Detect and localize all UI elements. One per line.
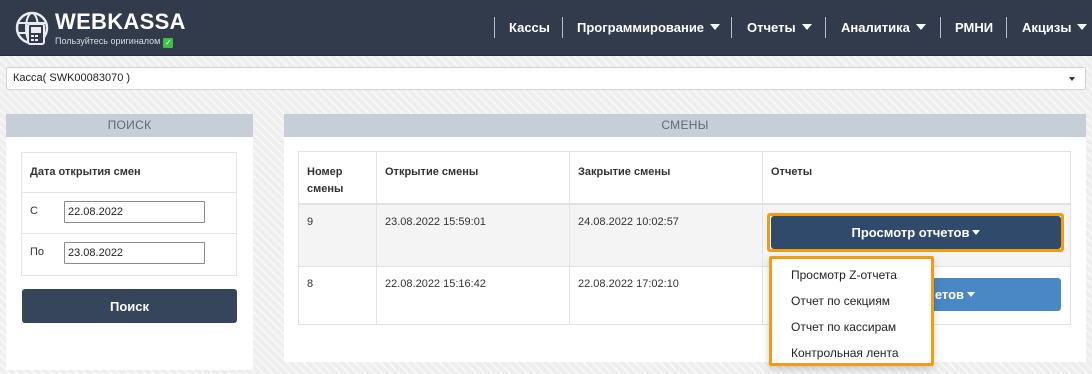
- shift-closed: 22.08.2022 17:02:10: [578, 278, 679, 290]
- webkassa-globe-icon: [15, 11, 49, 45]
- brand-logo[interactable]: WEBKASSA Пользуйтесь оригиналом ✓: [14, 9, 214, 49]
- view-reports-button[interactable]: Просмотр отчетов: [771, 216, 1061, 249]
- menu-item-z-report[interactable]: Просмотр Z-отчета: [791, 268, 897, 282]
- shift-opened: 22.08.2022 15:16:42: [385, 278, 486, 290]
- brand-subtitle: Пользуйтесь оригиналом ✓: [55, 36, 174, 48]
- kassa-select-value: Касса( SWK00083070 ): [13, 72, 131, 84]
- nav-item-reports[interactable]: Отчеты: [747, 18, 812, 38]
- shift-opened: 23.08.2022 15:59:01: [385, 216, 486, 228]
- caret-down-icon: [972, 230, 981, 235]
- kassa-select[interactable]: Касса( SWK00083070 ): [6, 67, 1086, 90]
- shift-opened-cell: 23.08.2022 15:59:01: [377, 205, 570, 266]
- shift-closed-cell: 22.08.2022 17:02:10: [570, 267, 763, 324]
- table-header-row: Номер смены Открытие смены Закрытие смен…: [299, 152, 1070, 205]
- caret-down-icon: [915, 24, 926, 30]
- nav-item-kassy[interactable]: Кассы: [509, 18, 550, 38]
- search-panel: ПОИСК Дата открытия смен С По Поиск: [6, 114, 253, 370]
- nav-item-label: Аналитика: [841, 20, 910, 35]
- date-to-row: По: [22, 234, 236, 275]
- nav-item-rmni[interactable]: РМНИ: [955, 18, 993, 38]
- menu-item-section-report[interactable]: Отчет по секциям: [791, 294, 890, 308]
- date-from-label: С: [30, 205, 38, 217]
- caret-down-icon: [967, 292, 975, 297]
- nav-item-label: Акцизы: [1022, 20, 1072, 35]
- brand-subtitle-text: Пользуйтесь оригиналом: [55, 36, 161, 46]
- nav-divider: [1006, 17, 1007, 38]
- reports-dropdown-menu: Просмотр Z-отчета Отчет по секциям Отчет…: [769, 256, 934, 366]
- date-filter-box: Дата открытия смен С По: [21, 152, 237, 276]
- nav-divider: [494, 17, 495, 38]
- column-header-number: Номер смены: [299, 152, 377, 203]
- nav-item-label: Отчеты: [747, 20, 796, 35]
- caret-down-icon: [710, 24, 721, 30]
- nav-item-label: Программирование: [577, 20, 705, 35]
- shift-opened-cell: 22.08.2022 15:16:42: [377, 267, 570, 324]
- nav-item-programming[interactable]: Программирование: [577, 18, 721, 38]
- date-from-row: С: [22, 193, 236, 234]
- shift-closed-cell: 24.08.2022 10:02:57: [570, 205, 763, 266]
- caret-down-icon: [1077, 24, 1088, 30]
- date-from-input[interactable]: [64, 201, 205, 223]
- shift-number: 9: [307, 216, 314, 228]
- menu-item-cashier-report[interactable]: Отчет по кассирам: [791, 320, 896, 334]
- nav-divider: [825, 17, 826, 38]
- check-icon: ✓: [163, 38, 174, 48]
- nav-divider: [940, 17, 941, 38]
- select-caret-icon: [1069, 77, 1075, 81]
- shift-number-cell: 9: [299, 205, 377, 266]
- date-to-input[interactable]: [64, 242, 205, 264]
- search-button[interactable]: Поиск: [22, 289, 237, 323]
- shift-closed: 24.08.2022 10:02:57: [578, 216, 679, 228]
- nav-item-label: Кассы: [509, 20, 550, 35]
- nav-item-excise[interactable]: Акцизы: [1022, 18, 1088, 38]
- search-panel-title: ПОИСК: [6, 114, 253, 137]
- date-filter-header: Дата открытия смен: [22, 153, 236, 193]
- column-header-opened: Открытие смены: [377, 152, 570, 203]
- shift-number-cell: 8: [299, 267, 377, 324]
- shift-number: 8: [307, 278, 314, 290]
- menu-item-control-tape[interactable]: Контрольная лента: [791, 346, 899, 360]
- column-header-reports: Отчеты: [771, 166, 813, 178]
- date-to-label: По: [30, 246, 45, 258]
- nav-item-label: РМНИ: [955, 20, 994, 35]
- shifts-panel-title: СМЕНЫ: [284, 114, 1086, 137]
- view-reports-label: Просмотр отчетов: [851, 225, 970, 240]
- top-navbar: WEBKASSA Пользуйтесь оригиналом ✓ Кассы П…: [0, 0, 1092, 56]
- brand-title: WEBKASSA: [55, 9, 186, 34]
- caret-down-icon: [801, 24, 812, 30]
- column-header-closed: Закрытие смены: [570, 152, 763, 203]
- nav-divider: [731, 17, 732, 38]
- nav-divider: [562, 17, 563, 38]
- nav-item-analytics[interactable]: Аналитика: [841, 18, 926, 38]
